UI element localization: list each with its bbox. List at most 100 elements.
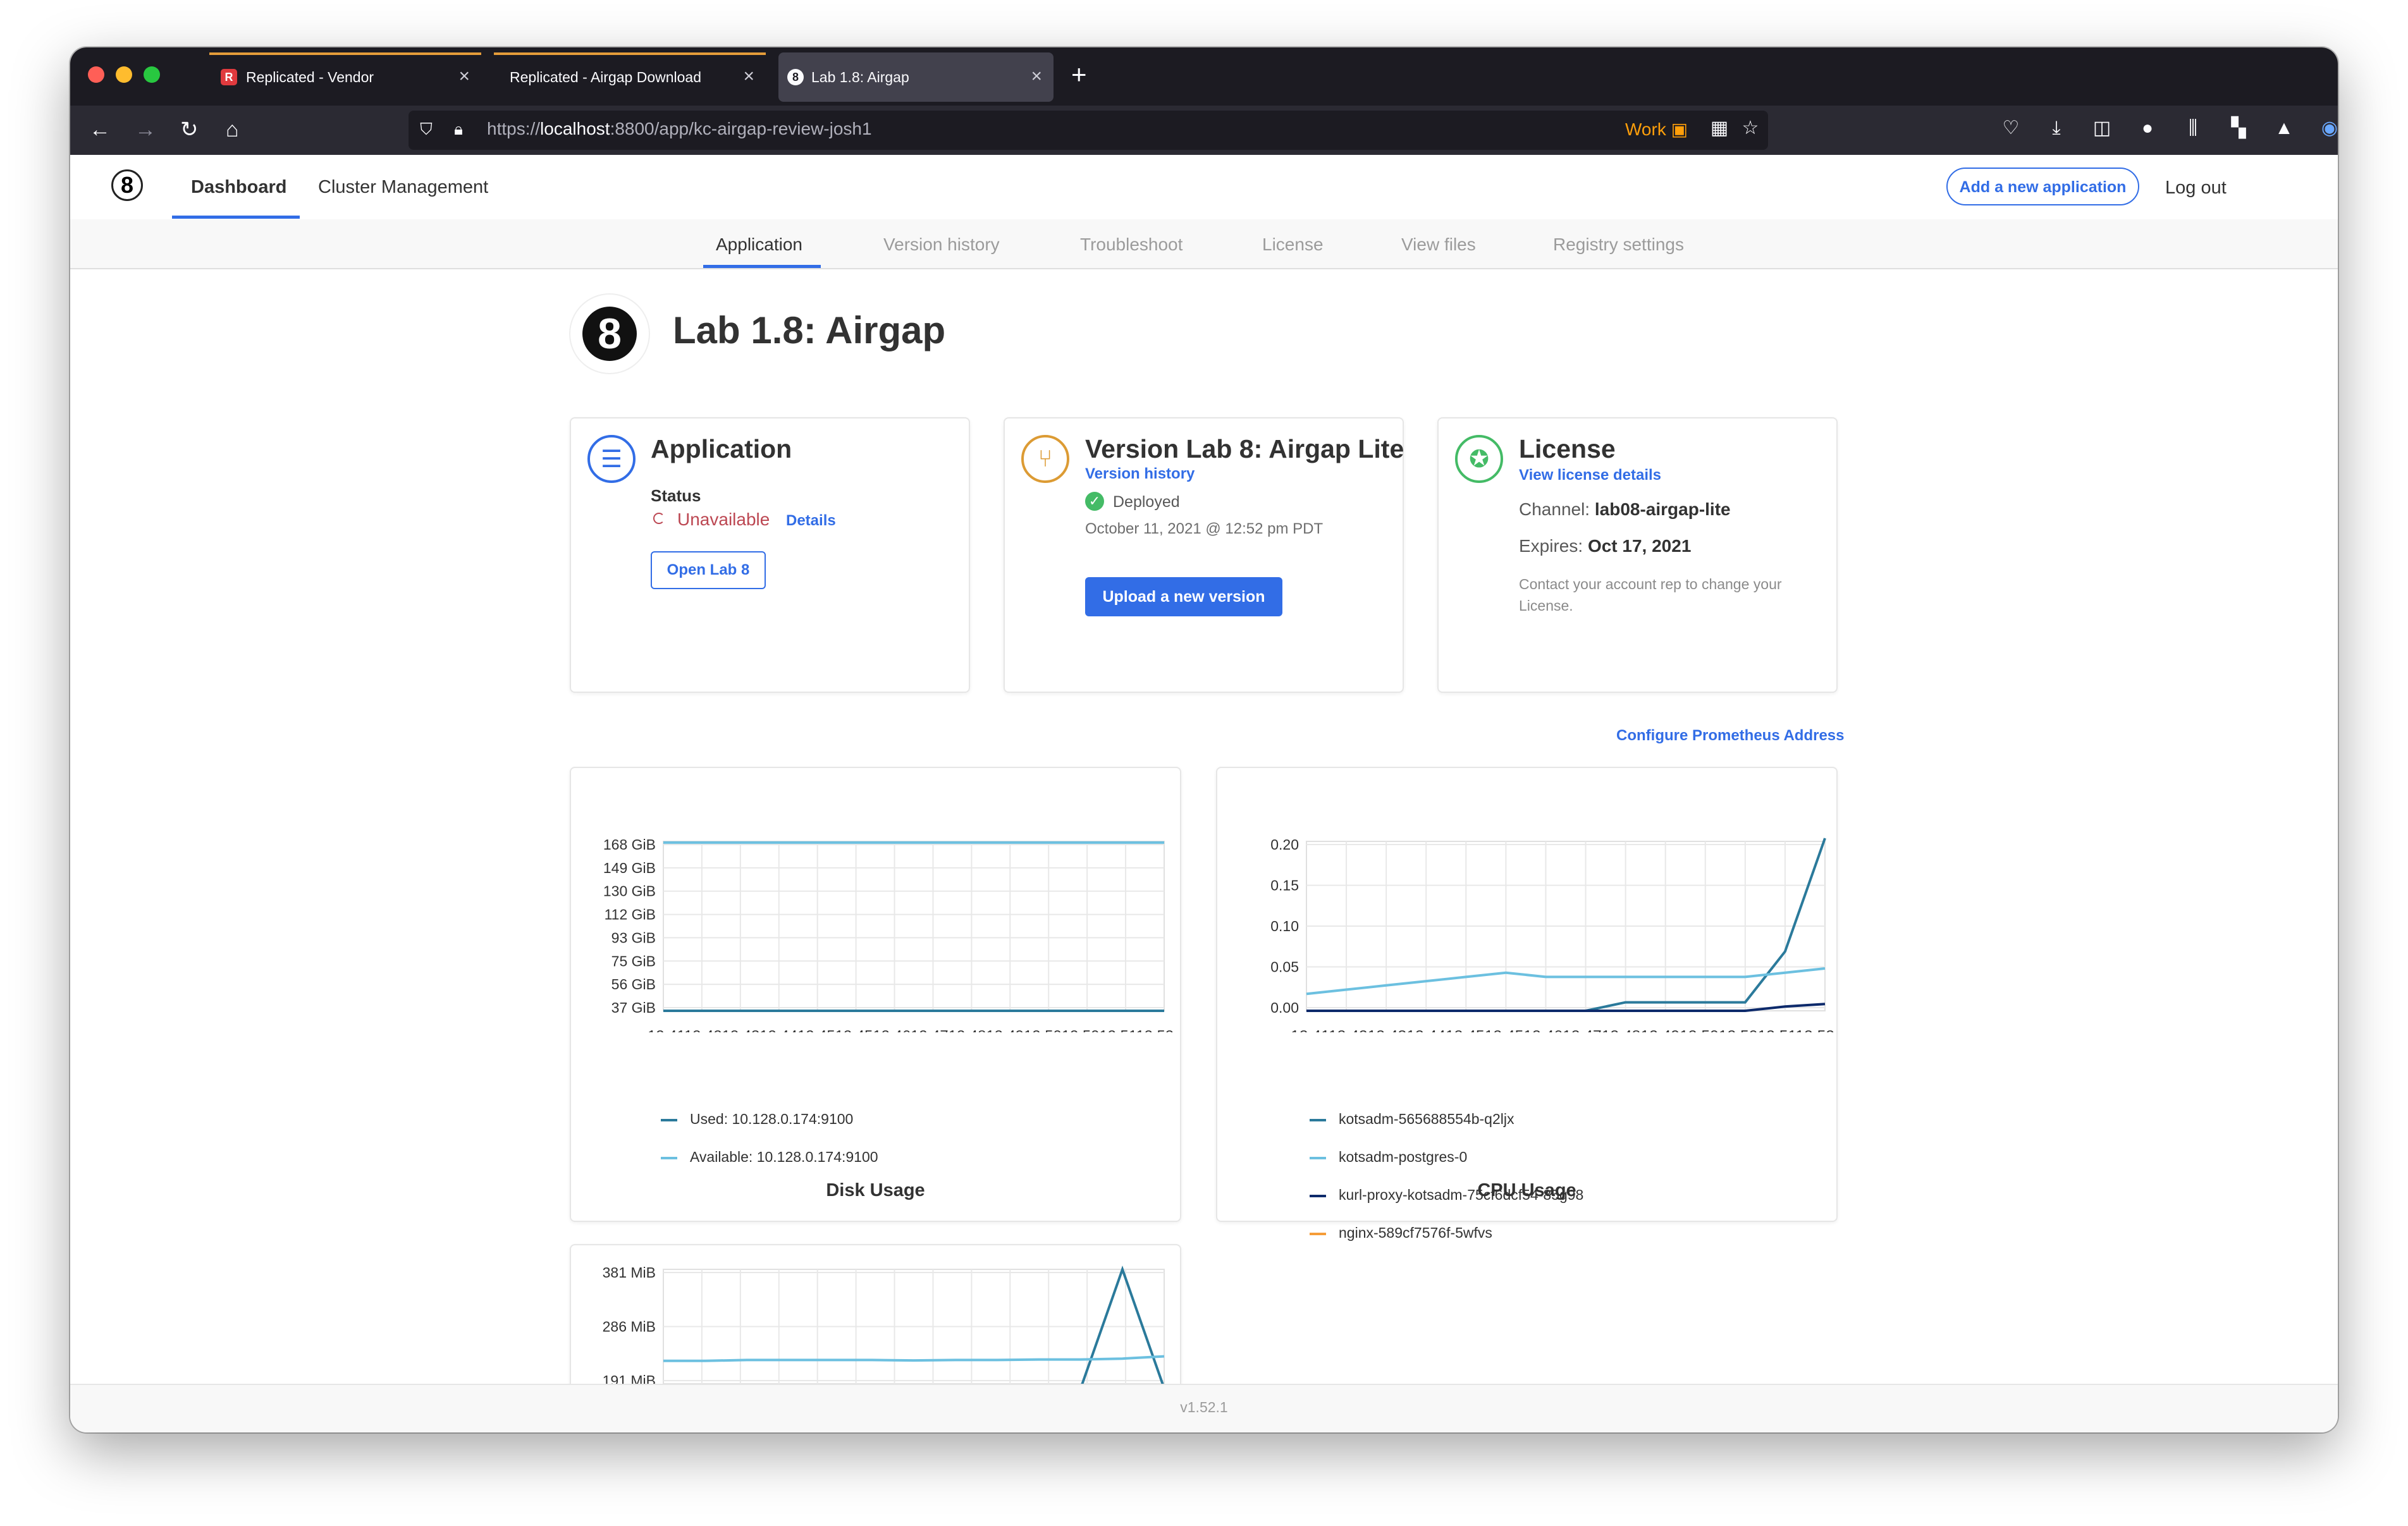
tab-view-files[interactable]: View files	[1401, 235, 1476, 255]
legend-swatch	[1310, 1232, 1326, 1235]
download-icon[interactable]: ⤓	[2045, 117, 2068, 140]
page-title: Lab 1.8: Airgap	[673, 309, 946, 351]
document-icon: ☰	[587, 435, 636, 483]
nav-cluster-management[interactable]: Cluster Management	[318, 177, 488, 198]
legend-label: kotsadm-565688554b-q2ljx	[1339, 1111, 1514, 1127]
y-tick-label: 75 GiB	[611, 953, 656, 969]
sidebar-icon[interactable]: ◫	[2091, 117, 2113, 140]
application-icon: 8	[570, 295, 649, 373]
legend-item[interactable]: kotsadm-565688554b-q2ljx	[1310, 1111, 1514, 1128]
add-application-button[interactable]: Add a new application	[1946, 168, 2139, 205]
forward-icon[interactable]: →	[135, 117, 156, 142]
close-tab-icon[interactable]: ×	[743, 65, 754, 88]
y-tick-label: 130 GiB	[603, 883, 656, 900]
legend-item[interactable]: kotsadm-postgres-0	[1310, 1149, 1467, 1166]
tab-troubleshoot[interactable]: Troubleshoot	[1080, 235, 1182, 255]
version-history-link[interactable]: Version history	[1085, 465, 1195, 483]
home-icon[interactable]: ⌂	[226, 117, 239, 142]
nav-dashboard[interactable]: Dashboard	[191, 177, 286, 198]
close-window-button[interactable]	[88, 66, 104, 83]
shield-icon[interactable]: ⛉	[415, 118, 438, 140]
deployed-status: Deployed	[1113, 493, 1180, 511]
minimize-window-button[interactable]	[116, 66, 132, 83]
checkmark-icon: ✓	[1085, 492, 1104, 511]
legend-swatch	[1310, 1156, 1326, 1159]
close-tab-icon[interactable]: ×	[458, 65, 470, 88]
tab-title: Lab 1.8: Airgap	[811, 68, 909, 85]
legend-label: nginx-589cf7576f-5wfvs	[1339, 1224, 1492, 1241]
award-icon: ✪	[1455, 435, 1503, 483]
application-card-title: Application	[651, 434, 792, 463]
chart-title: CPU Usage	[1477, 1180, 1576, 1200]
apps-icon[interactable]: ▚	[2227, 117, 2250, 140]
close-tab-icon[interactable]: ×	[1031, 65, 1042, 88]
y-tick-label: 93 GiB	[611, 929, 656, 946]
tab-application[interactable]: Application	[716, 235, 802, 255]
y-tick-label: 0.15	[1270, 877, 1299, 894]
url-text[interactable]: https://localhost:8800/app/kc-airgap-rev…	[487, 119, 872, 139]
pocket-icon[interactable]: ♡	[2000, 117, 2022, 140]
license-channel: Channel: lab08-airgap-lite	[1519, 499, 1731, 519]
license-note-line2: License.	[1519, 597, 1573, 614]
open-app-button[interactable]: Open Lab 8	[651, 551, 766, 589]
replicated-favicon-icon: R	[221, 69, 237, 85]
status-badge: Unavailable	[677, 510, 770, 529]
legend-label: kotsadm-postgres-0	[1339, 1149, 1468, 1165]
cpu-usage-chart: 0.20 0.15 0.10 0.05 0.00 12:4112:4212:4312:44…	[1270, 836, 1834, 1032]
tab-license[interactable]: License	[1262, 235, 1324, 255]
version-card-title: Version Lab 8: Airgap Lite	[1085, 434, 1404, 463]
logout-link[interactable]: Log out	[2165, 178, 2227, 198]
library-icon[interactable]: ⫼	[2182, 117, 2204, 140]
chart-title: Disk Usage	[826, 1180, 925, 1200]
view-license-link[interactable]: View license details	[1519, 467, 1661, 484]
y-tick-label: 149 GiB	[603, 860, 656, 876]
disk-usage-chart: 168 GiB 149 GiB 130 GiB 112 GiB 93 GiB 75 GiB…	[603, 836, 1174, 1032]
configure-prometheus-link[interactable]: Configure Prometheus Address	[1616, 727, 1845, 745]
browser-tab-lab-airgap[interactable]: 8 Lab 1.8: Airgap ×	[778, 52, 1054, 102]
reload-icon[interactable]: ↻	[180, 117, 199, 142]
grid-icon[interactable]: ▦	[1708, 117, 1731, 140]
container-label[interactable]: Work ▣	[1625, 119, 1688, 140]
back-icon[interactable]: ←	[89, 117, 111, 142]
legend-item[interactable]: nginx-589cf7576f-5wfvs	[1310, 1224, 1492, 1242]
git-branch-icon: ⑂	[1021, 435, 1069, 483]
upload-version-button[interactable]: Upload a new version	[1085, 577, 1282, 616]
password-manager-icon[interactable]: ◉	[2318, 117, 2338, 140]
legend-swatch	[1310, 1118, 1326, 1121]
tab-registry-settings[interactable]: Registry settings	[1553, 235, 1684, 255]
loading-spinner-icon	[653, 513, 665, 524]
briefcase-icon: ▣	[1671, 119, 1688, 139]
y-tick-label: 168 GiB	[603, 836, 656, 853]
plot-frame	[663, 841, 1165, 1011]
zoom-window-button[interactable]	[144, 66, 160, 83]
status-label: Status	[651, 486, 701, 505]
browser-tab-vendor[interactable]: R Replicated - Vendor ×	[209, 52, 481, 102]
sub-nav-active-indicator	[703, 265, 821, 268]
y-tick-label: 0.05	[1270, 959, 1299, 975]
y-tick-label: 381 MiB	[603, 1264, 656, 1281]
warning-extension-icon[interactable]: ▲	[2273, 117, 2295, 140]
legend-item[interactable]: Used: 10.128.0.174:9100	[661, 1111, 853, 1128]
memory-usage-chart: 381 MiB 286 MiB 191 MiB	[603, 1264, 1165, 1384]
y-tick-label: 191 MiB	[603, 1372, 656, 1384]
tab-title: Replicated - Airgap Download	[510, 68, 702, 85]
browser-tab-airgap-download[interactable]: Replicated - Airgap Download ×	[494, 52, 766, 102]
series-line	[663, 1355, 1165, 1362]
bookmark-star-icon[interactable]: ☆	[1739, 117, 1762, 140]
x-tick-labels: 12:4112:4212:4312:4412:4512:4512:4612:47…	[648, 1027, 1174, 1032]
y-tick-label: 112 GiB	[605, 906, 656, 923]
app-logo[interactable]: 8	[111, 169, 143, 201]
tab-version-history[interactable]: Version history	[883, 235, 1000, 255]
app-favicon-icon: 8	[787, 69, 804, 85]
extension-icon[interactable]: ●	[2136, 117, 2159, 140]
y-tick-label: 56 GiB	[611, 976, 656, 992]
legend-label: Available: 10.128.0.174:9100	[690, 1149, 878, 1165]
lock-icon[interactable]: 🔒︎	[447, 118, 470, 140]
legend-swatch	[661, 1156, 677, 1159]
y-tick-label: 37 GiB	[611, 999, 656, 1016]
nav-active-indicator	[172, 216, 300, 219]
tab-bar: R Replicated - Vendor × Replicated - Air…	[70, 47, 2338, 106]
new-tab-icon[interactable]: +	[1071, 59, 1087, 90]
legend-item[interactable]: Available: 10.128.0.174:9100	[661, 1149, 878, 1166]
status-details-link[interactable]: Details	[786, 512, 836, 530]
